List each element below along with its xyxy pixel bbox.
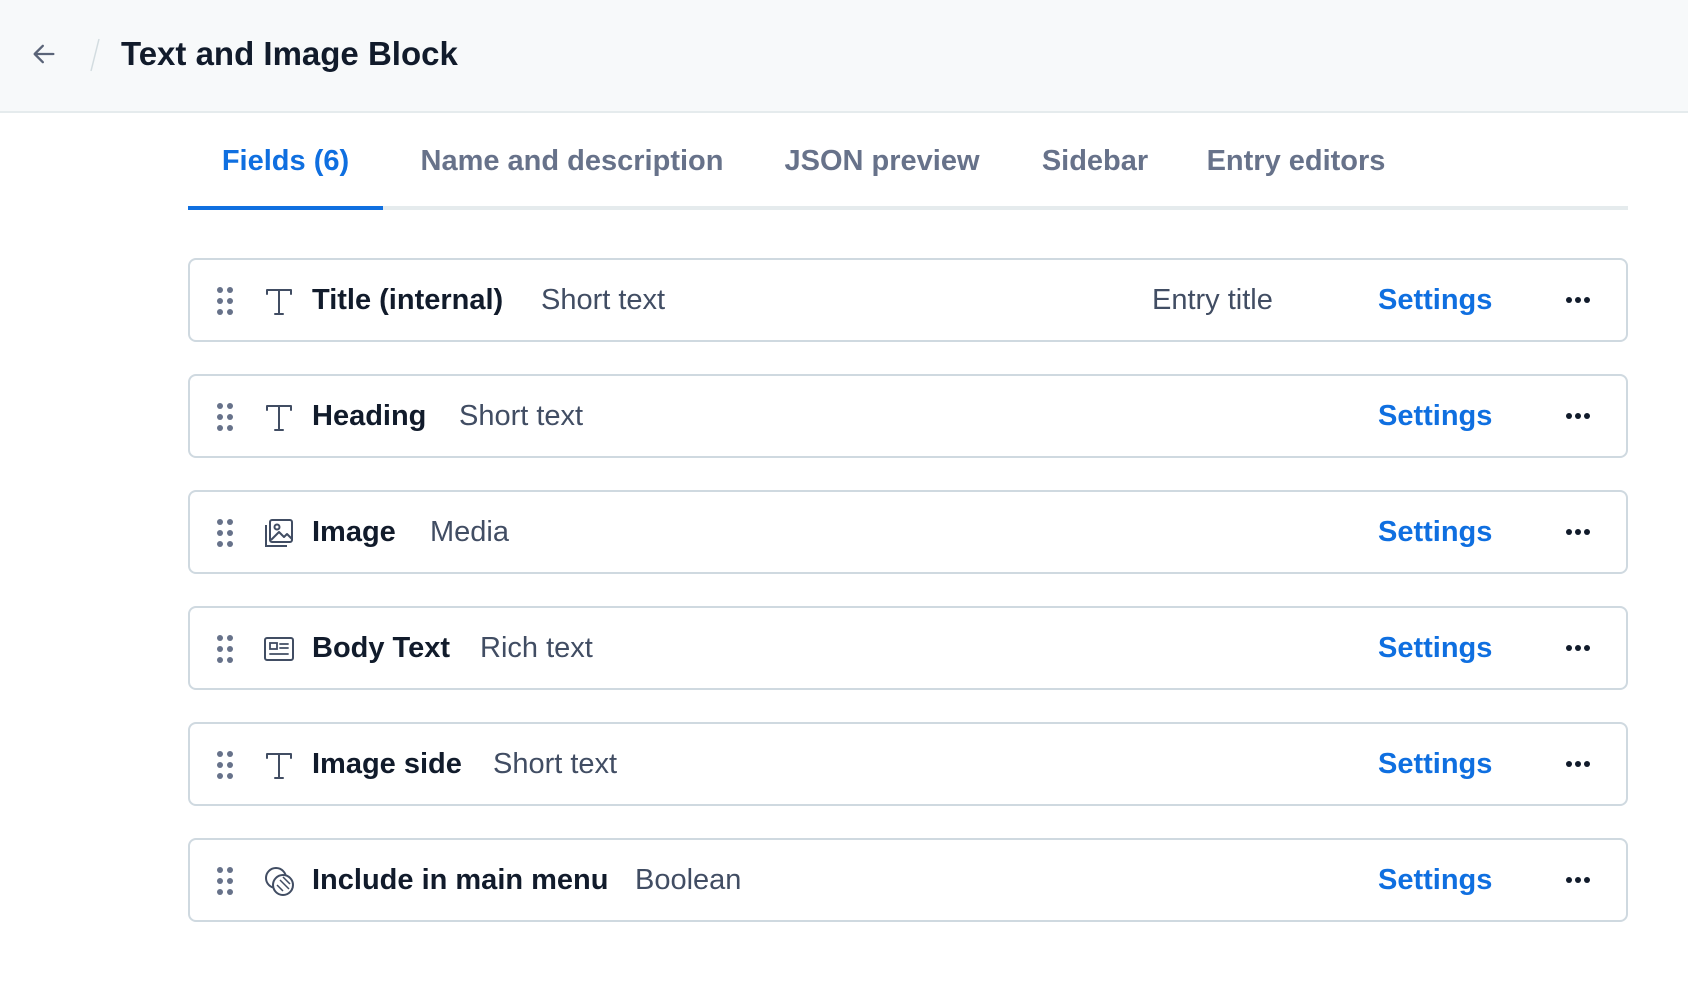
- more-horizontal-icon: [1566, 761, 1590, 767]
- field-name: Title (internal): [312, 284, 504, 316]
- more-horizontal-icon: [1566, 413, 1590, 419]
- text-icon: [266, 405, 292, 431]
- media-icon: [265, 519, 293, 547]
- field-row-include-in-main-menu[interactable]: Include in main menu Boolean Settings: [188, 838, 1628, 922]
- more-actions-button[interactable]: [1560, 514, 1596, 550]
- drag-handle-icon[interactable]: [216, 286, 234, 316]
- breadcrumb-divider: [90, 38, 100, 72]
- more-actions-button[interactable]: [1560, 862, 1596, 898]
- tab-json-preview[interactable]: JSON preview: [776, 113, 988, 210]
- tab-bar: Fields (6) Name and description JSON pre…: [188, 113, 1628, 210]
- field-type: Boolean: [635, 864, 742, 896]
- field-type: Short text: [459, 400, 584, 432]
- drag-handle-icon[interactable]: [216, 750, 234, 780]
- drag-handle-icon[interactable]: [216, 866, 234, 896]
- more-actions-button[interactable]: [1560, 746, 1596, 782]
- settings-button[interactable]: Settings: [1378, 376, 1492, 456]
- field-name: Include in main menu: [312, 864, 609, 896]
- field-row-body-text[interactable]: Body Text Rich text Settings: [188, 606, 1628, 690]
- settings-button[interactable]: Settings: [1378, 608, 1492, 688]
- back-button[interactable]: [24, 34, 64, 74]
- entry-title-label: Entry title: [1152, 284, 1273, 316]
- field-type: Rich text: [480, 632, 593, 664]
- field-row-image[interactable]: Image Media Settings: [188, 490, 1628, 574]
- drag-handle-icon[interactable]: [216, 518, 234, 548]
- settings-button[interactable]: Settings: [1378, 260, 1492, 340]
- text-icon: [266, 753, 292, 779]
- page-title: Text and Image Block: [121, 35, 458, 72]
- boolean-icon: [265, 867, 294, 896]
- field-row-heading[interactable]: Heading Short text Settings: [188, 374, 1628, 458]
- more-horizontal-icon: [1566, 297, 1590, 303]
- field-name: Heading: [312, 400, 427, 432]
- tab-sidebar[interactable]: Sidebar: [1034, 113, 1156, 210]
- drag-handle-icon[interactable]: [216, 402, 234, 432]
- more-actions-button[interactable]: [1560, 282, 1596, 318]
- field-type: Short text: [493, 748, 618, 780]
- field-name: Image: [312, 516, 396, 548]
- text-icon: [266, 289, 292, 315]
- more-horizontal-icon: [1566, 877, 1590, 883]
- settings-button[interactable]: Settings: [1378, 840, 1492, 920]
- field-row-title-internal[interactable]: Title (internal) Short text Entry title …: [188, 258, 1628, 342]
- rich-text-icon: [264, 637, 294, 661]
- tab-entry-editors[interactable]: Entry editors: [1201, 113, 1391, 210]
- field-name: Body Text: [312, 632, 451, 664]
- more-horizontal-icon: [1566, 645, 1590, 651]
- more-actions-button[interactable]: [1560, 630, 1596, 666]
- more-actions-button[interactable]: [1560, 398, 1596, 434]
- field-row-image-side[interactable]: Image side Short text Settings: [188, 722, 1628, 806]
- tab-fields[interactable]: Fields (6): [188, 113, 383, 210]
- more-horizontal-icon: [1566, 529, 1590, 535]
- arrow-left-icon: [33, 44, 55, 64]
- field-name: Image side: [312, 748, 462, 780]
- tab-name-and-description[interactable]: Name and description: [413, 113, 731, 210]
- active-tab-indicator: [188, 206, 383, 210]
- drag-handle-icon[interactable]: [216, 634, 234, 664]
- field-type: Media: [430, 516, 509, 548]
- field-type: Short text: [541, 284, 666, 316]
- settings-button[interactable]: Settings: [1378, 724, 1492, 804]
- top-bar: Text and Image Block: [0, 0, 1688, 113]
- settings-button[interactable]: Settings: [1378, 492, 1492, 572]
